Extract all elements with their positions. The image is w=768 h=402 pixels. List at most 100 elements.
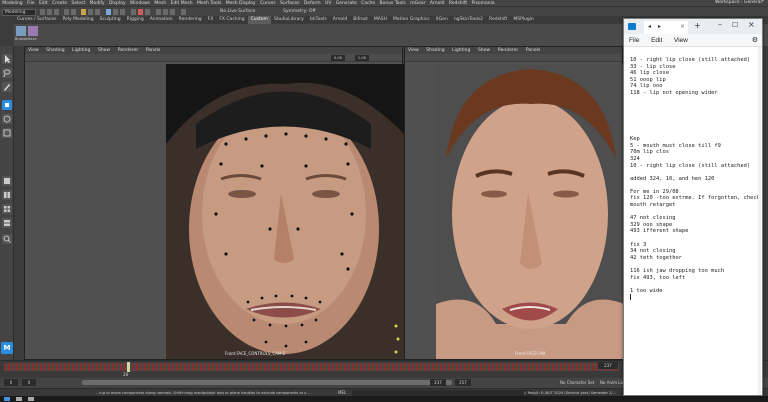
shelf-tab[interactable]: Curves / Surfaces — [14, 16, 60, 24]
vp-menu-view[interactable]: View — [405, 47, 422, 54]
keyframe-ticks — [4, 363, 619, 371]
tab-forward-icon[interactable]: ▸ — [658, 23, 661, 30]
shelf-tab[interactable]: Motion Graphics — [390, 16, 433, 24]
shelf-tab[interactable]: MASH — [371, 16, 390, 24]
notepad-line — [630, 116, 760, 123]
right-viewport-menu: View Shading Lighting Show Renderer Pane… — [405, 47, 622, 54]
menu-file[interactable]: File — [624, 34, 644, 47]
notepad-line: For me in 29/08 — [630, 188, 679, 195]
close-tab-icon[interactable]: × — [680, 23, 685, 30]
render-plate — [436, 64, 624, 359]
vp-menu-show[interactable]: Show — [475, 47, 493, 54]
taskbar-app-icon[interactable] — [28, 397, 34, 401]
scale-tool-icon[interactable] — [2, 128, 12, 138]
lasso-tool-icon[interactable] — [2, 68, 12, 78]
notepad-line: 5 - mouth must close till f9 — [630, 142, 721, 149]
select-tool-icon[interactable] — [2, 54, 12, 64]
vp-menu-renderer[interactable]: Renderer — [115, 47, 142, 54]
vp-menu-panels[interactable]: Panels — [523, 47, 543, 54]
shelf-tab[interactable]: Arnold — [330, 16, 351, 24]
vp-menu-panels[interactable]: Panels — [143, 47, 163, 54]
timeline-track[interactable]: 28 — [4, 362, 619, 377]
gamma-field[interactable]: 1.00 — [355, 55, 369, 61]
new-tab-icon[interactable]: + — [694, 21, 701, 30]
current-frame-field[interactable]: 237 — [598, 362, 618, 369]
outliner-icon[interactable] — [2, 234, 12, 244]
vp-menu-view[interactable]: View — [25, 47, 42, 54]
shelf-tab[interactable]: ngSkinTools2 — [451, 16, 486, 24]
range-bar[interactable] — [82, 380, 452, 385]
browse-shelf-icon[interactable] — [16, 26, 26, 36]
notepad-line — [630, 130, 760, 137]
taskbar-app-icon[interactable] — [16, 397, 22, 401]
save-shelf-icon[interactable] — [28, 26, 38, 36]
rotate-tool-icon[interactable] — [2, 114, 12, 124]
shelf-tab[interactable]: Rigging — [124, 16, 147, 24]
settings-gear-icon[interactable]: ⚙ — [752, 34, 758, 47]
vp-menu-shading[interactable]: Shading — [423, 47, 447, 54]
close-window-icon[interactable]: × — [748, 20, 755, 29]
mode-dropdown[interactable]: Modeling — [2, 8, 36, 16]
notepad-window[interactable]: ◂ ▸ × + – ☐ × File Edit View ⚙ 10 - righ… — [623, 18, 763, 396]
range-inner-end-field[interactable]: 237 — [430, 379, 446, 386]
shelf-tab[interactable]: Redshift — [486, 16, 510, 24]
shelf-tab[interactable]: FX — [205, 16, 217, 24]
shelf-tab[interactable]: StudioLibrary — [271, 16, 307, 24]
layout-single-icon[interactable] — [2, 176, 12, 186]
shelf-tab[interactable]: Rendering — [176, 16, 205, 24]
shelf-tab[interactable]: Bifrost — [350, 16, 371, 24]
vp-menu-lighting[interactable]: Lighting — [69, 47, 93, 54]
notepad-line: 324 — [630, 155, 640, 162]
shelf-tab[interactable]: bhTools — [307, 16, 330, 24]
left-viewport[interactable]: View Shading Lighting Show Renderer Pane… — [24, 46, 404, 360]
range-inner-start-field[interactable]: 0 — [22, 379, 36, 386]
shelf-tab[interactable]: FX Caching — [216, 16, 247, 24]
menu-edit[interactable]: Edit — [646, 34, 667, 47]
range-start-field[interactable]: 0 — [4, 379, 18, 386]
notepad-tab[interactable]: ◂ ▸ × — [644, 21, 688, 34]
shelf-tab[interactable]: Sculpting — [97, 16, 124, 24]
move-tool-icon[interactable] — [2, 100, 12, 110]
shelf-tab[interactable]: MSPlugin — [510, 16, 537, 24]
live-surface-label[interactable]: No Live Surface — [220, 9, 255, 15]
notepad-line: 46 lip close — [630, 70, 669, 77]
right-viewport[interactable]: View Shading Lighting Show Renderer Pane… — [404, 46, 624, 360]
windows-start-icon[interactable] — [4, 397, 10, 401]
timeline-marker-label: 28 — [123, 372, 129, 377]
vp-menu-shading[interactable]: Shading — [43, 47, 67, 54]
paint-tool-icon[interactable] — [2, 82, 12, 92]
layout-stack-icon[interactable] — [2, 218, 12, 228]
shelf-tab[interactable]: Animation — [147, 16, 176, 24]
notepad-text-area[interactable]: 10 - right lip close (still attached) 33 … — [630, 57, 760, 387]
status-icons — [40, 9, 200, 15]
notepad-line: 33 - lip close — [630, 63, 676, 70]
notepad-line: 1 too wide — [630, 287, 663, 294]
vp-menu-show[interactable]: Show — [95, 47, 113, 54]
shelf-tab[interactable]: Poly Modeling — [60, 16, 97, 24]
shelf-tab[interactable]: Custom — [247, 16, 271, 24]
notepad-line — [630, 261, 760, 268]
toolbox: M — [0, 46, 14, 361]
vp-menu-lighting[interactable]: Lighting — [449, 47, 473, 54]
shelf-tab[interactable]: XGen — [433, 16, 451, 24]
menu-view[interactable]: View — [669, 34, 693, 47]
os-taskbar — [0, 396, 768, 402]
notepad-titlebar[interactable]: ◂ ▸ × + – ☐ × — [624, 19, 762, 34]
exposure-field[interactable]: 0.00 — [331, 55, 345, 61]
notepad-menu: File Edit View ⚙ — [624, 34, 762, 47]
symmetry-label[interactable]: Symmetry: Off — [283, 9, 316, 15]
character-set-label[interactable]: No Character Set — [560, 379, 594, 386]
tab-back-icon[interactable]: ◂ — [648, 23, 651, 30]
notepad-line — [630, 123, 760, 130]
status-line: Modeling No Live Surface Symmetry: Off — [0, 6, 768, 16]
minimize-icon[interactable]: – — [718, 20, 722, 29]
maximize-icon[interactable]: ☐ — [732, 21, 738, 29]
notepad-app-icon — [628, 23, 636, 30]
notepad-line: 51 ooop lip — [630, 76, 666, 83]
vp-menu-renderer[interactable]: Renderer — [495, 47, 522, 54]
layout-two-panes-icon[interactable] — [2, 190, 12, 200]
layout-four-panes-icon[interactable] — [2, 204, 12, 214]
notepad-scrollbar[interactable] — [758, 47, 761, 395]
marker-tick[interactable] — [127, 362, 130, 372]
range-end-field[interactable]: 257 — [455, 379, 471, 386]
